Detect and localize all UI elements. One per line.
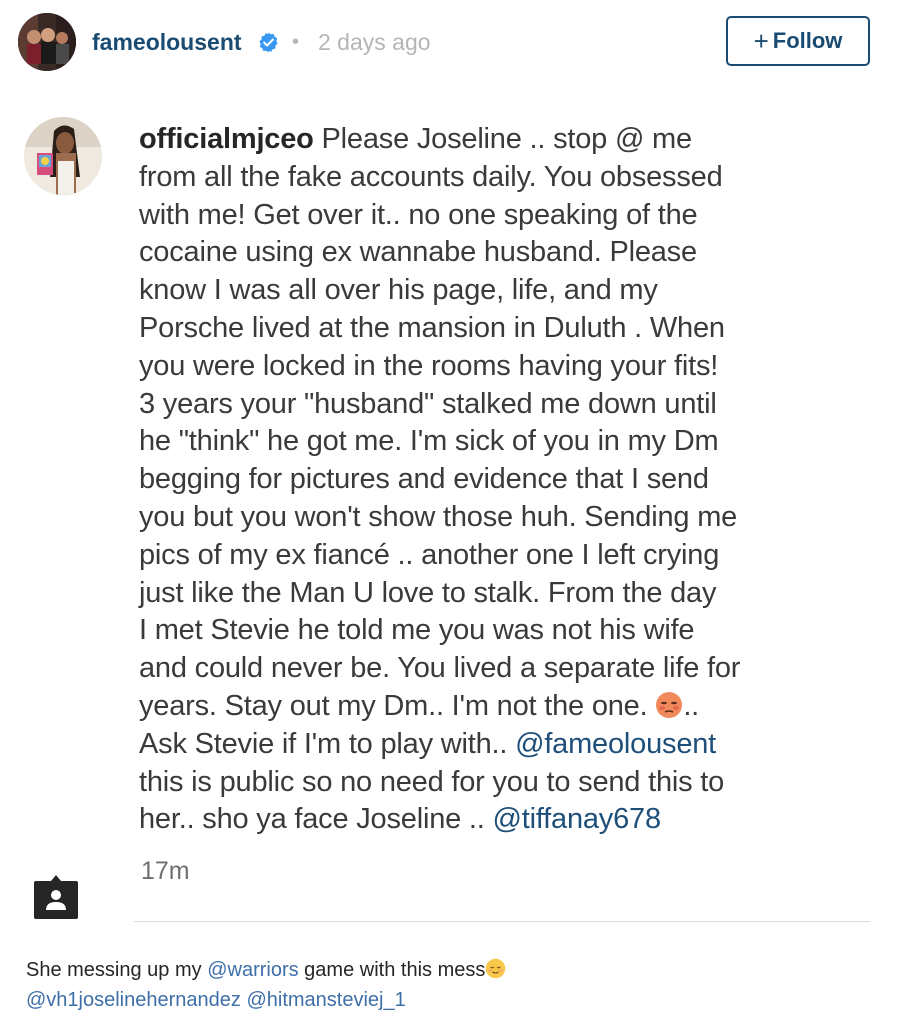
header-separator: • — [292, 31, 300, 53]
comment-username: officialmjceo — [139, 123, 314, 155]
verified-badge-icon — [259, 32, 278, 53]
comment-line: officialmjceo Please Joseline .. stop @ … — [139, 121, 879, 159]
caption-mention-joseline[interactable]: @vh1joselinehernandez — [26, 989, 241, 1011]
caption-mention-warriors[interactable]: @warriors — [207, 959, 298, 981]
comment-line-text: years. Stay out my Dm.. I'm not the one. — [139, 689, 656, 722]
comment-mention: @fameolousent — [515, 727, 717, 760]
post-header: fameolousent • 2 days ago + Follow — [0, 0, 904, 86]
comment-line-tail: .. — [683, 689, 700, 722]
comment-line: he "think" he got me. I'm sick of you in… — [139, 425, 719, 458]
comment-line-text: Ask Stevie if I'm to play with.. — [139, 727, 516, 760]
relieved-face-emoji-icon — [486, 958, 506, 979]
comment-line: this is public so no need for you to sen… — [139, 765, 725, 798]
follow-button[interactable]: + Follow — [726, 16, 870, 66]
comment-line: know I was all over his page, life, and … — [139, 274, 658, 307]
comment-text: officialmjceo Please Joseline .. stop @ … — [139, 121, 879, 839]
comment-mention: @tiffanay678 — [492, 803, 661, 836]
comment-line: I met Stevie he told me you was not his … — [139, 614, 695, 647]
post-timestamp[interactable]: 2 days ago — [318, 28, 431, 56]
comment-line: just like the Man U love to stalk. From … — [139, 576, 717, 609]
comment-line-text: her.. sho ya face Joseline .. — [139, 803, 493, 836]
comment-line: you were locked in the rooms having your… — [139, 349, 719, 382]
comment-timestamp: 17m — [141, 857, 190, 885]
profile-avatar-image — [18, 13, 76, 71]
follow-button-label: Follow — [772, 28, 843, 53]
flushed-face-emoji-icon — [656, 691, 683, 718]
comment-line: her.. sho ya face Joseline .. @tiffanay6… — [139, 801, 879, 839]
comment-line: cocaine using ex wannabe husband. Please — [139, 236, 697, 269]
post-caption: She messing up my @warriors game with th… — [26, 955, 886, 1015]
comment-line: from all the fake accounts daily. You ob… — [139, 160, 723, 193]
post-username[interactable]: fameolousent — [92, 28, 242, 56]
comment-avatar — [24, 117, 102, 195]
caption-mention-stevie[interactable]: @hitmansteviej_1 — [246, 989, 405, 1011]
comment-avatar-image — [24, 117, 102, 195]
caption-text: game with this mess — [298, 959, 486, 981]
comment-line: Porsche lived at the mansion in Duluth .… — [139, 311, 725, 344]
comment-line: begging for pictures and evidence that I… — [139, 463, 709, 496]
comment-line: and could never be. You lived a separate… — [139, 652, 741, 685]
profile-avatar[interactable] — [18, 13, 76, 71]
tagged-people-icon[interactable] — [32, 873, 80, 921]
comment-line: with me! Get over it.. no one speaking o… — [139, 198, 698, 231]
comment-divider — [134, 921, 870, 922]
comment-line: 3 years your "husband" stalked me down u… — [139, 387, 717, 420]
caption-text: She messing up my — [26, 959, 208, 981]
comment-line: you but you won't show those huh. Sendin… — [139, 500, 738, 533]
plus-icon: + — [753, 26, 769, 56]
comment-line: pics of my ex fiancé .. another one I le… — [139, 538, 720, 571]
comment-line: years. Stay out my Dm.. I'm not the one.… — [139, 688, 879, 726]
comment-line: Ask Stevie if I'm to play with.. @fameol… — [139, 726, 879, 764]
comment-line-text: Please Joseline .. stop @ me — [313, 123, 693, 155]
